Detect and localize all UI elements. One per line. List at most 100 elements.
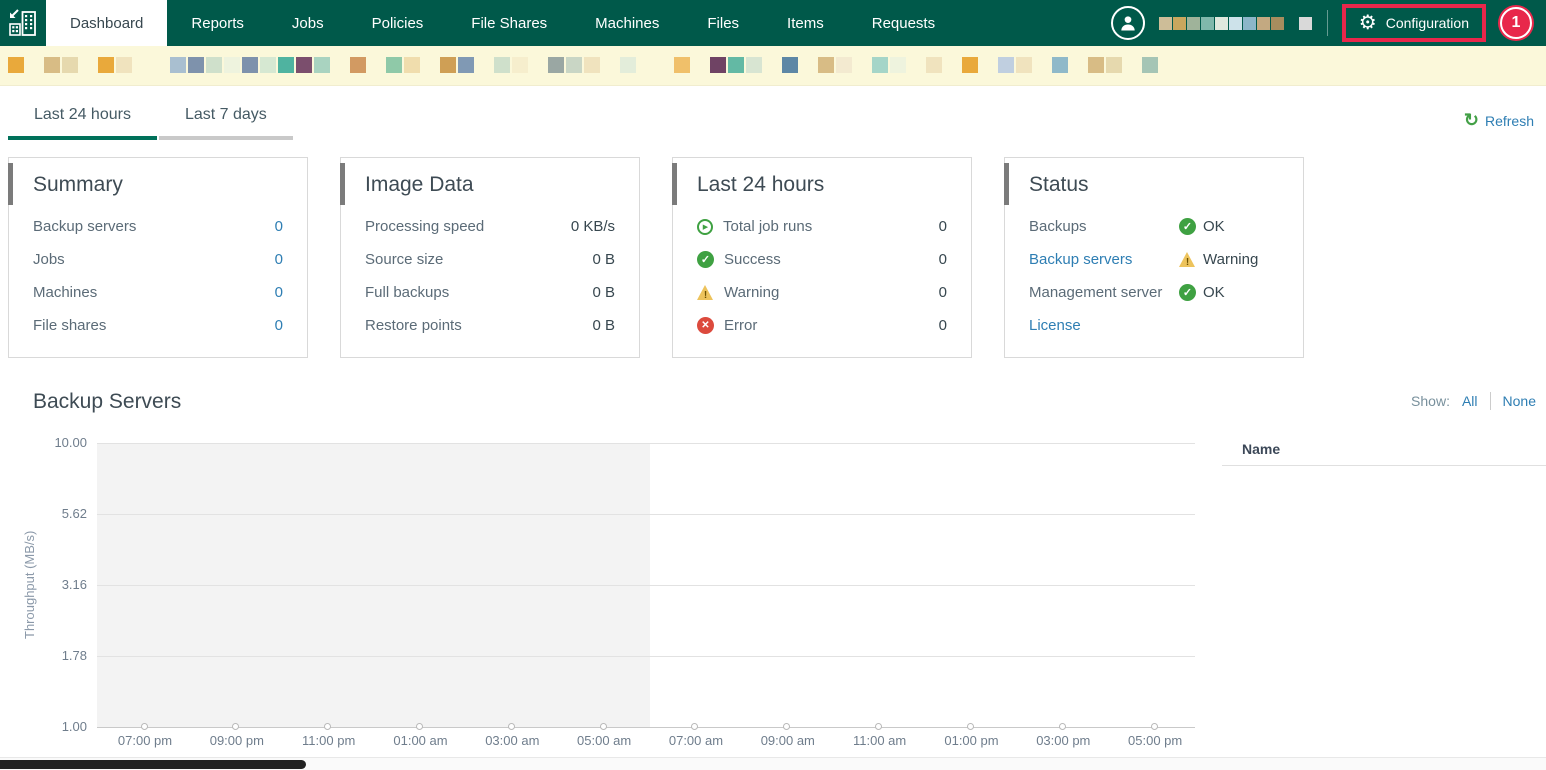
row-value: 0 [938, 251, 947, 268]
job-runs-row-warning: Warning 0 [697, 276, 947, 309]
x-axis-tick-label: 09:00 pm [209, 733, 264, 748]
x-axis-tick-marker [140, 722, 148, 730]
image-data-card: Image Data Processing speed 0 KB/s Sourc… [340, 157, 640, 358]
x-axis-tick-marker [966, 722, 974, 730]
row-label: File shares [33, 317, 107, 334]
backup-servers-section-title: Backup Servers [33, 390, 182, 413]
summary-cards-row: Summary Backup servers 0 Jobs 0 Machines… [8, 157, 1304, 358]
period-tabs: Last 24 hours Last 7 days [8, 102, 295, 140]
show-divider [1489, 392, 1491, 410]
file-shares-count-link[interactable]: 0 [275, 317, 283, 334]
x-axis-tick-marker [1150, 722, 1158, 730]
status-text: OK [1203, 218, 1225, 235]
chart-gridline [97, 585, 1195, 586]
summary-row-jobs: Jobs 0 [33, 243, 283, 276]
show-all-link[interactable]: All [1462, 393, 1478, 409]
user-avatar[interactable] [1110, 6, 1145, 40]
app-logo-icon [9, 9, 36, 36]
x-axis-tick-marker [415, 722, 423, 730]
person-icon [1121, 16, 1135, 31]
row-value: 0 KB/s [570, 218, 615, 235]
scrollbar-thumb[interactable] [0, 760, 306, 769]
row-label: Error [724, 317, 758, 334]
notification-badge[interactable]: 1 [1500, 7, 1532, 39]
nav-tab-items[interactable]: Items [763, 0, 848, 46]
tab-last-7-days[interactable]: Last 7 days [158, 102, 293, 140]
status-text: Warning [1203, 251, 1259, 268]
x-axis-tick-label: 05:00 pm [1128, 733, 1183, 748]
redacted-banner-text [8, 57, 1160, 73]
nav-tab-dashboard[interactable]: Dashboard [46, 0, 168, 46]
chart-gridline [97, 727, 1195, 728]
x-axis-tick-marker [599, 722, 607, 730]
configuration-label: Configuration [1385, 15, 1469, 31]
chart-gridline [97, 656, 1195, 657]
row-label: Machines [33, 284, 98, 301]
job-runs-row-total: Total job runs 0 [697, 210, 947, 243]
nav-tab-reports[interactable]: Reports [167, 0, 268, 46]
last-24-hours-card-title: Last 24 hours [697, 173, 825, 196]
image-data-row-full-backups: Full backups 0 B [365, 276, 615, 309]
row-label: Warning [724, 284, 780, 301]
nav-divider [1326, 10, 1328, 36]
row-label: Backups [1029, 218, 1087, 235]
error-cross-icon [697, 317, 714, 334]
nav-right-cluster: Configuration 1 [1110, 0, 1546, 46]
summary-row-file-shares: File shares 0 [33, 309, 283, 342]
row-label: Source size [365, 251, 444, 268]
nav-tab-files[interactable]: Files [683, 0, 763, 46]
nav-tab-machines[interactable]: Machines [571, 0, 683, 46]
x-axis-tick-marker [324, 722, 332, 730]
x-axis-tick-label: 03:00 pm [1036, 733, 1091, 748]
success-check-icon [697, 251, 714, 268]
x-axis-tick-label: 01:00 pm [944, 733, 999, 748]
summary-card: Summary Backup servers 0 Jobs 0 Machines… [8, 157, 308, 358]
last-24-hours-card: Last 24 hours Total job runs 0 Success 0… [672, 157, 972, 358]
tab-last-24-hours[interactable]: Last 24 hours [8, 102, 157, 140]
row-label: Full backups [365, 284, 450, 301]
refresh-button[interactable]: Refresh [1464, 111, 1534, 131]
image-data-row-processing-speed: Processing speed 0 KB/s [365, 210, 615, 243]
x-axis-tick-label: 09:00 am [760, 733, 815, 748]
jobs-count-link[interactable]: 0 [275, 251, 283, 268]
backup-servers-status-link[interactable]: Backup servers [1029, 251, 1179, 268]
legend-name-header[interactable]: Name [1242, 441, 1280, 457]
nav-tab-requests[interactable]: Requests [848, 0, 959, 46]
image-data-card-title: Image Data [365, 173, 474, 196]
summary-row-machines: Machines 0 [33, 276, 283, 309]
job-runs-row-success: Success 0 [697, 243, 947, 276]
warning-triangle-icon [697, 284, 714, 301]
status-row-management-server: Management server OK [1029, 276, 1279, 309]
x-axis-tick-label: 01:00 am [393, 733, 448, 748]
x-axis-tick-marker [783, 722, 791, 730]
row-label: Processing speed [365, 218, 485, 235]
nav-tab-policies[interactable]: Policies [348, 0, 448, 46]
nav-tab-file-shares[interactable]: File Shares [447, 0, 571, 46]
redacted-banner [0, 46, 1546, 86]
y-axis-tick-label: 10.00 [54, 435, 87, 450]
status-card-title: Status [1029, 173, 1089, 196]
status-row-backups: Backups OK [1029, 210, 1279, 243]
image-data-row-restore-points: Restore points 0 B [365, 309, 615, 342]
license-link[interactable]: License [1029, 317, 1179, 334]
x-axis-tick-marker [691, 722, 699, 730]
row-value: 0 [938, 317, 947, 334]
show-none-link[interactable]: None [1503, 393, 1536, 409]
horizontal-scrollbar[interactable] [0, 757, 1546, 770]
backup-servers-count-link[interactable]: 0 [275, 218, 283, 235]
row-value: 0 B [592, 284, 615, 301]
ok-check-icon [1179, 284, 1196, 301]
x-axis-tick-marker [1058, 722, 1066, 730]
refresh-label: Refresh [1484, 113, 1534, 129]
status-card: Status Backups OK Backup servers Warning… [1004, 157, 1304, 358]
configuration-button[interactable]: Configuration [1341, 4, 1486, 42]
nav-tab-jobs[interactable]: Jobs [268, 0, 348, 46]
row-value: 0 [938, 284, 947, 301]
status-row-backup-servers: Backup servers Warning [1029, 243, 1279, 276]
y-axis-tick-label: 5.62 [61, 506, 87, 521]
show-controls: Show: All None [1411, 392, 1536, 410]
machines-count-link[interactable]: 0 [275, 284, 283, 301]
row-label: Total job runs [723, 218, 813, 235]
app-logo[interactable] [0, 0, 46, 46]
y-axis-tick-label: 1.00 [61, 719, 87, 734]
